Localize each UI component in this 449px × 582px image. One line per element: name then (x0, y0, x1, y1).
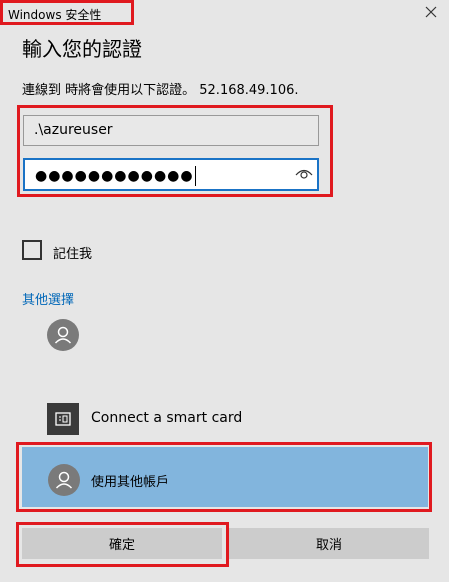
dialog-heading: 輸入您的認證 (22, 37, 142, 61)
highlight-box-title (0, 0, 134, 25)
connection-message: 連線到 時將會使用以下認證。 52.168.49.106. (22, 83, 299, 98)
more-choices-link[interactable]: 其他選擇 (22, 289, 74, 308)
highlight-box-ok (16, 522, 229, 567)
smart-card-icon[interactable] (47, 403, 79, 435)
highlight-box-other-account (16, 442, 432, 512)
remember-me-label[interactable]: 記住我 (53, 243, 92, 262)
smart-card-label[interactable]: Connect a smart card (91, 410, 242, 426)
remember-me-checkbox[interactable] (22, 240, 42, 260)
highlight-box-credentials (17, 105, 333, 197)
user-avatar-icon[interactable] (47, 319, 79, 351)
cancel-button[interactable]: 取消 (229, 528, 429, 559)
close-icon[interactable] (423, 4, 439, 20)
